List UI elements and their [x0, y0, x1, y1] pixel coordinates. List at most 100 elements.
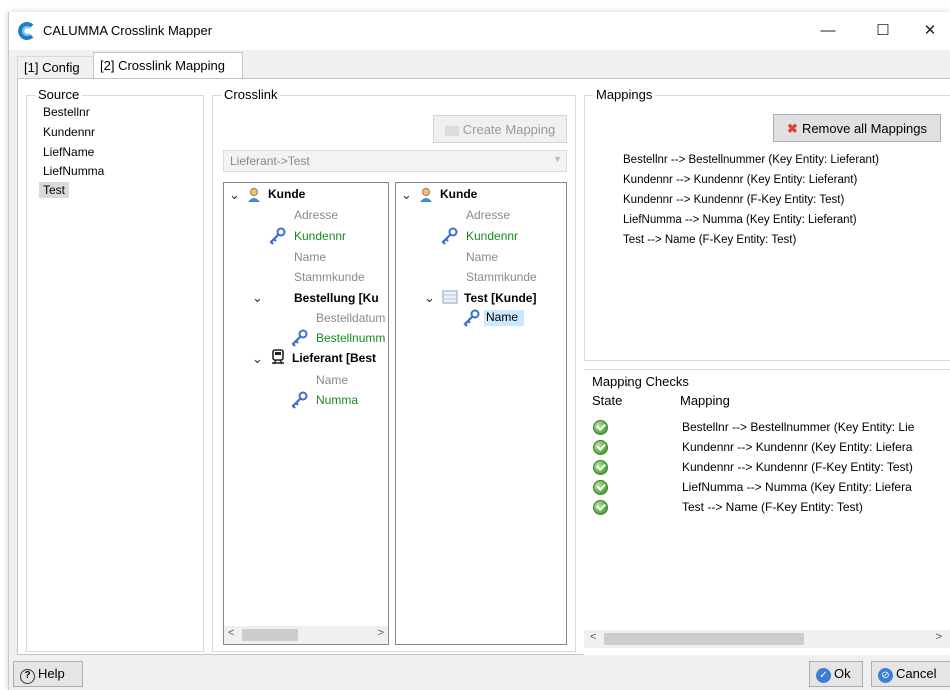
- crosslink-combo-value: Lieferant->Test: [230, 154, 310, 168]
- ok-button[interactable]: ✓ Ok: [809, 661, 863, 687]
- mapping-line: Bestellnr --> Bestellnummer (Key Entity:…: [623, 154, 879, 166]
- check-row[interactable]: Kundennr --> Kundennr (F-Key Entity: Tes…: [682, 460, 913, 474]
- key-icon: [291, 329, 308, 347]
- key-icon: [463, 309, 480, 327]
- help-label: Help: [38, 666, 65, 681]
- remove-all-mappings-button[interactable]: ✖ Remove all Mappings: [773, 114, 941, 142]
- right-tree-stammkunde[interactable]: Stammkunde: [466, 270, 537, 284]
- check-row[interactable]: Test --> Name (F-Key Entity: Test): [682, 500, 863, 514]
- crosslink-combo[interactable]: Lieferant->Test ▼: [223, 150, 567, 172]
- calumma-logo-icon: [18, 22, 34, 40]
- mapping-line: Test --> Name (F-Key Entity: Test): [623, 234, 797, 246]
- tab-crosslink-mapping[interactable]: [2] Crosslink Mapping: [93, 52, 243, 79]
- left-tree-name[interactable]: Name: [294, 250, 326, 264]
- table-icon: [442, 290, 458, 304]
- right-tree-kunde[interactable]: Kunde: [440, 187, 477, 201]
- key-icon: [269, 227, 286, 245]
- state-column-header[interactable]: State: [592, 393, 622, 408]
- left-tree-scrollbar[interactable]: < >: [224, 626, 388, 644]
- source-item-bestellnr[interactable]: Bestellnr: [39, 104, 94, 120]
- tab-content: Source Bestellnr Kundennr LiefName LiefN…: [17, 78, 950, 655]
- mapping-checks-panel: Mapping Checks State ^ Mapping Bestellnr…: [584, 369, 950, 655]
- right-tree-name[interactable]: Name: [466, 250, 498, 264]
- check-row[interactable]: LiefNumma --> Numma (Key Entity: Liefera: [682, 480, 912, 494]
- left-tree-kundennr[interactable]: Kundennr: [294, 229, 346, 243]
- right-tree-adresse[interactable]: Adresse: [466, 208, 510, 222]
- chevron-down-icon[interactable]: ⌄: [424, 290, 435, 306]
- left-tree-numma[interactable]: Numma: [316, 393, 358, 407]
- create-mapping-button[interactable]: Create Mapping: [433, 115, 567, 143]
- tab-strip: [1] Config [2] Crosslink Mapping: [9, 52, 950, 79]
- mapping-line: Kundennr --> Kundennr (Key Entity: Liefe…: [623, 174, 858, 186]
- left-tree-kunde[interactable]: Kunde: [268, 187, 305, 201]
- ok-icon: ✓: [816, 668, 831, 683]
- help-button[interactable]: ? Help: [13, 661, 83, 687]
- app-window: CALUMMA Crosslink Mapper — ☐ ✕ [1] Confi…: [8, 12, 950, 690]
- window-title: CALUMMA Crosslink Mapper: [43, 23, 213, 38]
- check-row[interactable]: Bestellnr --> Bestellnummer (Key Entity:…: [682, 420, 914, 434]
- right-tree-kundennr[interactable]: Kundennr: [466, 229, 518, 243]
- crosslink-group: Crosslink Create Mapping Lieferant->Test…: [212, 87, 576, 652]
- remove-icon: ✖: [787, 121, 798, 136]
- create-mapping-icon: [444, 125, 459, 136]
- left-tree-adresse[interactable]: Adresse: [294, 208, 338, 222]
- source-item-test[interactable]: Test: [39, 182, 70, 198]
- right-tree-test[interactable]: Test [Kunde]: [464, 291, 536, 305]
- source-item-liefname[interactable]: LiefName: [39, 144, 98, 160]
- source-item-kundennr[interactable]: Kundennr: [39, 124, 99, 140]
- scroll-thumb[interactable]: [242, 629, 298, 641]
- mapping-checks-title: Mapping Checks: [592, 374, 689, 389]
- mapping-line: LiefNumma --> Numma (Key Entity: Liefera…: [623, 214, 857, 226]
- crosslink-title: Crosslink: [221, 87, 281, 102]
- left-tree-stammkunde[interactable]: Stammkunde: [294, 270, 365, 284]
- scroll-left-icon[interactable]: <: [590, 631, 596, 643]
- check-ok-icon: [593, 480, 608, 495]
- right-entity-tree[interactable]: ⌄ Kunde Adresse Kundennr Name Stammkunde…: [395, 182, 567, 645]
- mapping-line: Kundennr --> Kundennr (F-Key Entity: Tes…: [623, 194, 845, 206]
- create-mapping-label: Create Mapping: [462, 122, 556, 137]
- check-row[interactable]: Kundennr --> Kundennr (Key Entity: Liefe…: [682, 440, 912, 454]
- ok-label: Ok: [834, 666, 851, 681]
- chevron-down-icon[interactable]: ⌄: [252, 290, 263, 306]
- person-icon: [248, 188, 260, 202]
- cancel-icon: ⊘: [878, 668, 893, 683]
- right-tree-test-name[interactable]: Name: [484, 310, 525, 326]
- chevron-down-icon[interactable]: ⌄: [401, 187, 412, 203]
- source-group: Source Bestellnr Kundennr LiefName LiefN…: [26, 87, 204, 652]
- scroll-left-icon[interactable]: <: [228, 627, 234, 639]
- scroll-thumb[interactable]: [604, 633, 804, 645]
- sort-up-icon: ^: [626, 381, 632, 393]
- left-tree-bestellung[interactable]: Bestellung [Ku: [294, 291, 379, 305]
- chevron-down-icon[interactable]: ⌄: [252, 351, 263, 367]
- chevron-down-icon: ▼: [553, 154, 562, 164]
- help-icon: ?: [20, 669, 35, 684]
- cancel-button[interactable]: ⊘ Cancel: [871, 661, 950, 687]
- title-bar: CALUMMA Crosslink Mapper — ☐ ✕: [9, 12, 950, 50]
- person-icon: [420, 188, 432, 202]
- key-icon: [291, 391, 308, 409]
- left-tree-bestelldatum[interactable]: Bestelldatum: [316, 311, 385, 325]
- scroll-right-icon[interactable]: >: [936, 631, 942, 643]
- minimize-button[interactable]: —: [805, 12, 851, 50]
- left-tree-lieferant-name[interactable]: Name: [316, 373, 348, 387]
- left-tree-lieferant[interactable]: Lieferant [Best: [292, 351, 376, 365]
- close-button[interactable]: ✕: [907, 12, 950, 50]
- scroll-right-icon[interactable]: >: [378, 627, 384, 639]
- check-ok-icon: [593, 440, 608, 455]
- maximize-button[interactable]: ☐: [860, 12, 906, 50]
- left-tree-bestellnummer[interactable]: Bestellnumm: [316, 331, 385, 345]
- chevron-down-icon[interactable]: ⌄: [229, 187, 240, 203]
- source-item-liefnumma[interactable]: LiefNumma: [39, 163, 108, 179]
- key-icon: [441, 227, 458, 245]
- train-icon: [272, 349, 284, 365]
- remove-all-mappings-label: Remove all Mappings: [801, 121, 927, 136]
- source-title: Source: [35, 87, 83, 102]
- tab-config[interactable]: [1] Config: [17, 56, 95, 78]
- left-entity-tree[interactable]: ⌄ Kunde Adresse Kundennr Name Stammkunde…: [223, 182, 389, 645]
- mapping-column-header[interactable]: Mapping: [680, 393, 730, 408]
- mappings-title: Mappings: [593, 87, 656, 102]
- check-ok-icon: [593, 420, 608, 435]
- mappings-group: Mappings ✖ Remove all Mappings Bestellnr …: [584, 87, 950, 361]
- mapping-checks-scrollbar[interactable]: < >: [584, 630, 950, 648]
- check-ok-icon: [593, 460, 608, 475]
